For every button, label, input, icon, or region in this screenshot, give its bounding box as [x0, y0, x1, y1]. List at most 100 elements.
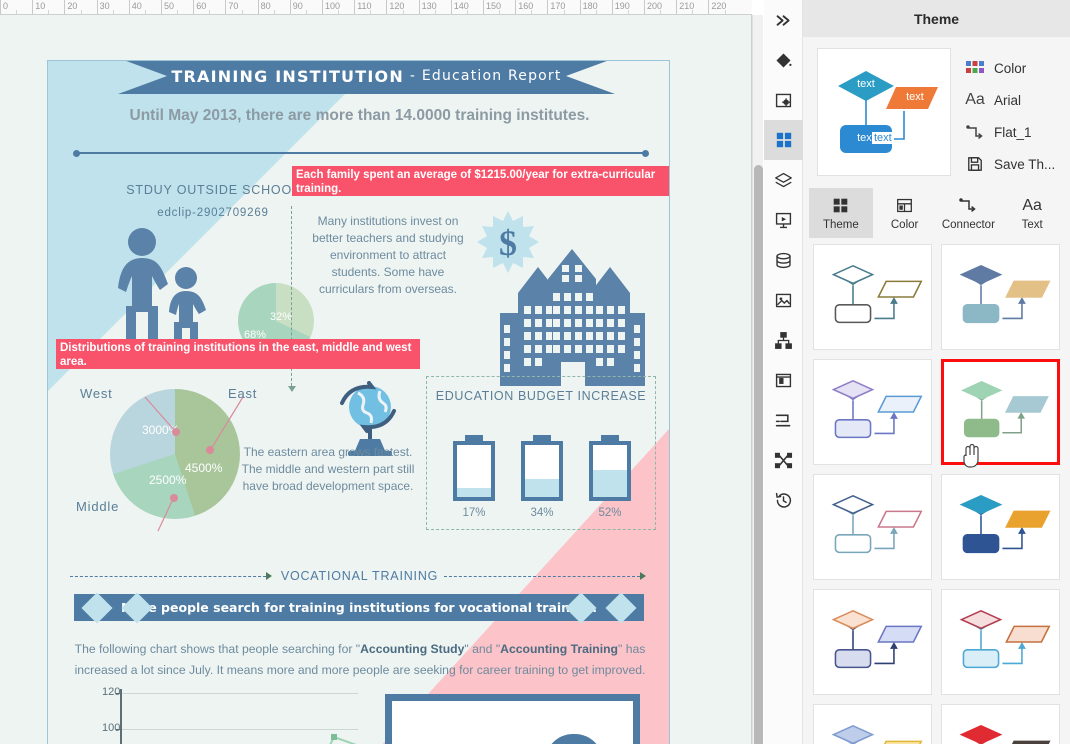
divider-rule — [73, 149, 649, 157]
horizontal-ruler[interactable]: 0 10 20 30 40 50 60 70 80 90 100 110 120 130 140 150 160… — [0, 0, 752, 15]
theme-thumbnail[interactable] — [813, 474, 932, 580]
family-spend-banner: Each family spent an average of $1215.00… — [292, 166, 669, 196]
chart-ytick-100: 100 — [102, 722, 121, 734]
diamond-deco-3 — [565, 591, 597, 624]
pie-callout-middle: Middle — [76, 499, 120, 514]
theme-thumbnail[interactable] — [941, 474, 1060, 580]
save-disk-icon — [965, 154, 985, 174]
ruler-tick: 120 — [386, 0, 404, 14]
theme-thumbnail[interactable] — [813, 359, 932, 465]
canvas-vertical-scrollbar[interactable] — [752, 15, 763, 744]
infographic-document[interactable]: TRAINING INSTITUTION - Education Report … — [47, 60, 670, 744]
para-bold-2: Accounting Training — [500, 642, 618, 656]
theme-preview[interactable]: text text text text — [817, 48, 951, 176]
panel-title: Theme — [803, 0, 1070, 37]
battery-label-34: 34% — [530, 507, 554, 519]
document-canvas[interactable]: TRAINING INSTITUTION - Education Report … — [0, 15, 752, 744]
option-save-theme[interactable]: Save Th... — [965, 148, 1060, 180]
preview-node-right-label: text — [906, 91, 924, 103]
theme-thumbnail[interactable] — [813, 589, 932, 695]
container-icon[interactable] — [764, 360, 803, 400]
tab-connector[interactable]: Connector — [937, 188, 1001, 238]
scrollbar-thumb[interactable] — [754, 165, 763, 744]
ruler-minor-tick — [80, 10, 82, 14]
preview-edge-label: text — [872, 132, 894, 144]
rule-dot-left — [73, 149, 80, 157]
ruler-tick: 20 — [64, 0, 77, 14]
ruler-tick: 180 — [579, 0, 598, 14]
ruler-minor-tick — [338, 10, 340, 14]
ruler-tick: 40 — [128, 0, 142, 14]
ruler-tick: 30 — [96, 0, 110, 14]
ruler-minor-tick — [370, 10, 372, 14]
theme-thumbnail[interactable] — [813, 704, 932, 744]
para-part-1: The following chart shows that people se… — [74, 642, 361, 656]
theme-grid-icon[interactable] — [764, 120, 803, 160]
ribbon-banner: TRAINING INSTITUTION - Education Report — [118, 61, 615, 94]
ruler-minor-tick — [724, 10, 726, 14]
option-font[interactable]: Aa Arial — [965, 84, 1060, 116]
ruler-minor-tick — [563, 10, 565, 14]
ruler-tick: 80 — [257, 0, 271, 14]
invest-text: Many institutions invest on better teach… — [312, 214, 464, 296]
ruler-tick: 190 — [611, 0, 630, 14]
headline-text: Until May 2013, there are more than 14.0… — [129, 107, 590, 124]
database-icon[interactable] — [764, 240, 803, 280]
ruler-tick: 60 — [193, 0, 206, 14]
ruler-minor-tick — [48, 10, 50, 14]
study-outside-code: edclip-2902709269 — [157, 207, 269, 219]
layers-icon[interactable] — [764, 160, 803, 200]
para-bold-1: Accounting Study — [360, 642, 465, 656]
theme-thumbnail[interactable] — [813, 244, 932, 350]
connector-route-icon[interactable] — [764, 400, 803, 440]
presentation-icon[interactable] — [764, 200, 803, 240]
ruler-minor-tick — [16, 10, 18, 14]
theme-thumbnail[interactable] — [941, 359, 1060, 465]
color-grid-icon — [896, 196, 913, 216]
theme-thumbnail[interactable] — [941, 589, 1060, 695]
ruler-minor-tick — [499, 10, 501, 14]
option-font-label: Arial — [994, 92, 1022, 108]
report-title: TRAINING INSTITUTION — [171, 66, 404, 86]
shuffle-icon[interactable] — [764, 440, 803, 480]
diamond-deco-2 — [121, 591, 153, 624]
chart-ytick-120: 120 — [102, 686, 121, 698]
option-save-label: Save Th... — [994, 156, 1056, 172]
ruler-tick: 220 — [708, 0, 726, 14]
option-color-label: Color — [994, 60, 1027, 76]
theme-thumbnail[interactable] — [941, 244, 1060, 350]
panel-tabs[interactable]: Theme Color Connector Aa Text — [803, 188, 1070, 238]
font-aa-icon: Aa — [965, 91, 985, 108]
connector-icon — [959, 196, 977, 216]
ruler-minor-tick — [627, 10, 629, 14]
history-icon[interactable] — [764, 480, 803, 520]
east-growth-text: The eastern area grows fastest. The midd… — [241, 445, 415, 493]
rule-dot-right — [642, 149, 649, 157]
tab-color[interactable]: Color — [873, 188, 937, 238]
tab-theme[interactable]: Theme — [809, 188, 873, 238]
diamond-deco-1 — [81, 591, 113, 624]
ruler-tick: 130 — [418, 0, 437, 14]
image-icon[interactable] — [764, 280, 803, 320]
shape-settings-icon[interactable] — [764, 80, 803, 120]
diamond-deco-4 — [605, 591, 637, 624]
theme-thumbnail[interactable] — [941, 704, 1060, 744]
right-icon-toolbar[interactable] — [764, 0, 803, 744]
tab-color-label: Color — [890, 218, 919, 231]
ruler-tick: 50 — [161, 0, 174, 14]
ruler-tick: 100 — [322, 0, 340, 14]
org-chart-icon[interactable] — [764, 320, 803, 360]
fill-bucket-icon[interactable] — [764, 40, 803, 80]
expand-chevrons-icon[interactable] — [764, 0, 803, 40]
presenter-head — [545, 734, 603, 744]
tab-text[interactable]: Aa Text — [1000, 188, 1064, 238]
theme-panel[interactable]: Theme text text text text Color Aa Arial… — [803, 0, 1070, 744]
option-color[interactable]: Color — [965, 52, 1060, 84]
theme-options-list: Color Aa Arial Flat_1 Save Th... — [965, 48, 1060, 180]
vocational-banner: More people search for training institut… — [74, 591, 644, 624]
color-swatches-icon — [965, 58, 985, 78]
ruler-tick: 70 — [225, 0, 238, 14]
theme-thumbnail-grid[interactable] — [803, 244, 1070, 744]
option-connector[interactable]: Flat_1 — [965, 116, 1060, 148]
ruler-minor-tick — [241, 10, 243, 14]
